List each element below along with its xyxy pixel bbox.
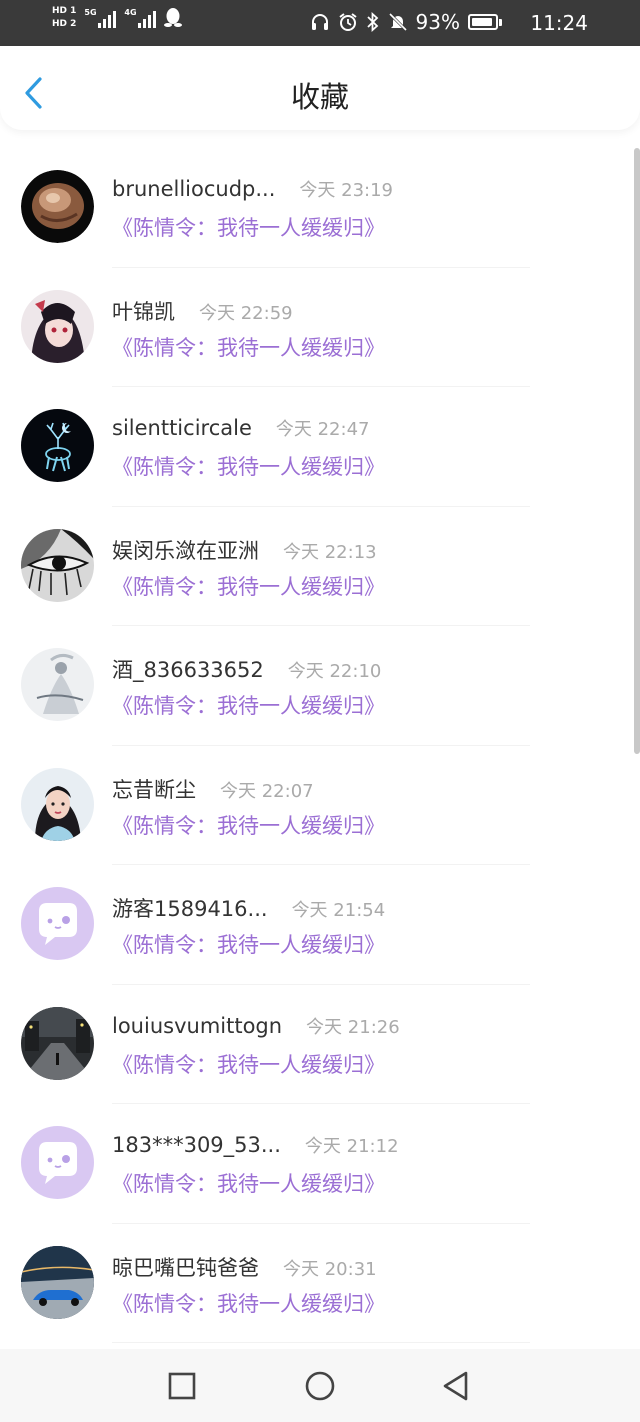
timestamp: 今天 21:12 [304, 1136, 399, 1157]
avatar[interactable] [21, 767, 94, 841]
timestamp: 今天 22:13 [283, 541, 377, 563]
list-item[interactable]: 忘昔断尘 今天 22:07 《陈情令：我待一人缓缓归》 [0, 746, 640, 865]
work-title-link[interactable]: 《陈情令：我待一人缓缓归》 [112, 332, 385, 362]
alarm-icon [338, 13, 357, 31]
hd1-label: HD 1 [52, 6, 77, 16]
timestamp: 今天 23:19 [299, 180, 394, 201]
list-item[interactable]: brunelliocudp... 今天 23:19 《陈情令：我待一人缓缓归》 [0, 148, 640, 268]
timestamp: 今天 22:07 [220, 780, 314, 802]
list-item[interactable]: silentticircale 今天 22:47 《陈情令：我待一人缓缓归》 [0, 387, 640, 507]
avatar[interactable] [21, 648, 94, 721]
name-line: louiusvumittogn 今天 21:26 [112, 1013, 400, 1039]
bluetooth-icon [366, 12, 378, 32]
work-title-link[interactable]: 《陈情令：我待一人缓缓归》 [112, 929, 385, 959]
work-title-link[interactable]: 《陈情令：我待一人缓缓归》 [112, 1168, 385, 1198]
back-triangle-icon[interactable] [439, 1369, 473, 1403]
name-line: 酒_836633652 今天 22:10 [112, 654, 381, 684]
net1-label: 5G [84, 8, 97, 17]
hd2-label: HD 2 [52, 19, 77, 29]
page-header: 收藏 [0, 46, 640, 130]
user-name[interactable]: 183***309_53... [112, 1133, 281, 1157]
battery-fill [472, 18, 493, 26]
avatar[interactable] [21, 1006, 94, 1080]
timestamp: 今天 21:54 [291, 900, 386, 921]
avatar[interactable] [21, 1245, 94, 1319]
hd-indicator: HD 1 HD 2 [52, 6, 76, 30]
net2-label: 4G [124, 8, 137, 17]
avatar[interactable] [21, 170, 94, 243]
avatar[interactable] [21, 528, 94, 602]
avatar[interactable] [21, 409, 94, 482]
timestamp: 今天 22:59 [199, 302, 293, 324]
avatar[interactable] [21, 887, 94, 960]
mute-icon [388, 12, 407, 32]
system-nav-bar [0, 1349, 640, 1422]
home-circle-icon[interactable] [303, 1369, 337, 1403]
user-name[interactable]: 晾巴嘴巴钝爸爸 [112, 1252, 259, 1282]
page-title: 收藏 [290, 80, 349, 114]
battery-icon [468, 14, 502, 30]
list-item[interactable]: 晾巴嘴巴钝爸爸 今天 20:31 《陈情令：我待一人缓缓归》 [0, 1224, 640, 1343]
scrollbar[interactable] [634, 148, 640, 754]
status-bar: HD 1 HD 2 5G 4G 93% 11:24 [0, 0, 640, 46]
name-line: 游客1589416... 今天 21:54 [112, 893, 385, 923]
work-title-link[interactable]: 《陈情令：我待一人缓缓归》 [112, 1049, 385, 1079]
work-title-link[interactable]: 《陈情令：我待一人缓缓归》 [112, 212, 385, 242]
name-line: 晾巴嘴巴钝爸爸 今天 20:31 [112, 1252, 377, 1282]
list-item[interactable]: 游客1589416... 今天 21:54 《陈情令：我待一人缓缓归》 [0, 865, 640, 985]
work-title-link[interactable]: 《陈情令：我待一人缓缓归》 [112, 451, 385, 481]
list-item[interactable]: 叶锦凯 今天 22:59 《陈情令：我待一人缓缓归》 [0, 268, 640, 387]
headphones-icon [311, 14, 328, 30]
list-item[interactable]: 酒_836633652 今天 22:10 《陈情令：我待一人缓缓归》 [0, 626, 640, 746]
favorites-list: brunelliocudp... 今天 23:19 《陈情令：我待一人缓缓归》 叶锦凯… [0, 148, 640, 1348]
name-line: brunelliocudp... 今天 23:19 [112, 176, 393, 202]
work-title-link[interactable]: 《陈情令：我待一人缓缓归》 [112, 1288, 385, 1318]
work-title-link[interactable]: 《陈情令：我待一人缓缓归》 [112, 571, 385, 601]
user-name[interactable]: louiusvumittogn [112, 1014, 282, 1038]
name-line: silentticircale 今天 22:47 [112, 415, 369, 441]
work-title-link[interactable]: 《陈情令：我待一人缓缓归》 [112, 810, 385, 840]
qq-icon [164, 8, 183, 27]
user-name[interactable]: brunelliocudp... [112, 177, 275, 201]
status-left: HD 1 HD 2 5G 4G [52, 6, 183, 30]
user-name[interactable]: 酒_836633652 [112, 654, 264, 684]
work-title-link[interactable]: 《陈情令：我待一人缓缓归》 [112, 690, 385, 720]
name-line: 娱闵乐潋在亚洲 今天 22:13 [112, 535, 377, 565]
timestamp: 今天 20:31 [283, 1258, 377, 1280]
timestamp: 今天 21:26 [306, 1016, 400, 1038]
divider [112, 1342, 530, 1343]
name-line: 忘昔断尘 今天 22:07 [112, 774, 314, 804]
timestamp: 今天 22:47 [275, 419, 370, 440]
name-line: 183***309_53... 今天 21:12 [112, 1132, 399, 1158]
user-name[interactable]: 叶锦凯 [112, 296, 175, 326]
timestamp: 今天 22:10 [287, 661, 382, 682]
name-line: 叶锦凯 今天 22:59 [112, 296, 293, 326]
clock: 11:24 [530, 11, 588, 35]
list-item[interactable]: louiusvumittogn 今天 21:26 《陈情令：我待一人缓缓归》 [0, 985, 640, 1104]
recents-square-icon[interactable] [165, 1369, 199, 1403]
list-item[interactable]: 183***309_53... 今天 21:12 《陈情令：我待一人缓缓归》 [0, 1104, 640, 1224]
user-name[interactable]: 娱闵乐潋在亚洲 [112, 535, 259, 565]
list-item[interactable]: 娱闵乐潋在亚洲 今天 22:13 《陈情令：我待一人缓缓归》 [0, 507, 640, 626]
user-name[interactable]: 游客1589416... [112, 893, 268, 923]
avatar[interactable] [21, 289, 94, 363]
app-screen: HD 1 HD 2 5G 4G 93% 11:24 收藏 brunelliocu… [0, 0, 640, 1422]
signal-4g-icon: 4G [124, 8, 157, 28]
battery-percent: 93% [415, 10, 460, 34]
avatar[interactable] [21, 1126, 94, 1199]
signal-5g-icon: 5G [84, 8, 117, 28]
user-name[interactable]: silentticircale [112, 416, 252, 440]
user-name[interactable]: 忘昔断尘 [112, 774, 196, 804]
